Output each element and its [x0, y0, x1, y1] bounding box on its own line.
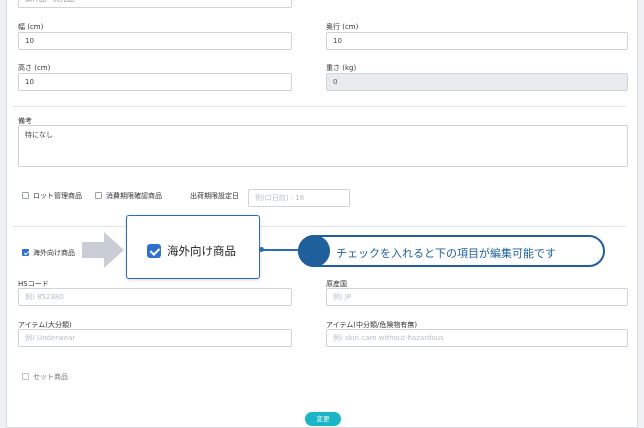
height-label: 高さ (cm) [18, 64, 51, 72]
callout-checkbox-icon [147, 244, 161, 258]
zoom-callout: 海外向け商品 [126, 215, 260, 279]
divider [12, 226, 626, 227]
width-label: 幅 (cm) [18, 23, 44, 31]
hs-input[interactable]: 例) 852380 [18, 288, 292, 306]
expiry-checkbox[interactable] [95, 192, 102, 199]
callout-text: 海外向け商品 [167, 244, 236, 258]
annotation-arrow-head [104, 232, 124, 268]
submit-button[interactable]: 変更 [305, 412, 341, 426]
width-input[interactable]: 10 [18, 32, 292, 50]
ship-limit-input[interactable]: 例)口日前) : 16 [248, 189, 350, 207]
set-label: セット商品 [33, 373, 68, 381]
divider [12, 106, 626, 107]
weight-label: 重さ (kg) [326, 64, 357, 72]
ship-limit-label: 出荷期限設定日 [190, 192, 239, 200]
note-text: チェックを入れると下の項目が編集可能です [336, 247, 556, 260]
height-input[interactable]: 10 [18, 73, 292, 91]
depth-input[interactable]: 10 [326, 32, 628, 50]
remarks-textarea[interactable]: 特になし [18, 125, 628, 167]
set-checkbox[interactable] [22, 373, 29, 380]
depth-label: 奥行 (cm) [326, 23, 359, 31]
connector-line [262, 249, 302, 251]
origin-input[interactable]: 例) JP [326, 288, 628, 306]
item-major-input[interactable]: 例) Underwear [18, 329, 292, 347]
overseas-checkbox[interactable] [22, 249, 29, 256]
top-input[interactable]: 試作品・開発品 [18, 0, 292, 8]
note-pill: チェックを入れると下の項目が編集可能です [298, 235, 605, 267]
item-minor-input[interactable]: 例) skin care without-hazardous [326, 329, 628, 347]
lot-label: ロット管理商品 [33, 192, 82, 200]
expiry-label: 消費期限確認商品 [106, 192, 162, 200]
weight-input: 0 [326, 73, 628, 91]
annotation-arrow [82, 242, 104, 258]
note-knob [298, 235, 330, 267]
lot-checkbox[interactable] [22, 192, 29, 199]
overseas-label: 海外向け商品 [33, 249, 75, 257]
product-form-panel [6, 0, 638, 428]
